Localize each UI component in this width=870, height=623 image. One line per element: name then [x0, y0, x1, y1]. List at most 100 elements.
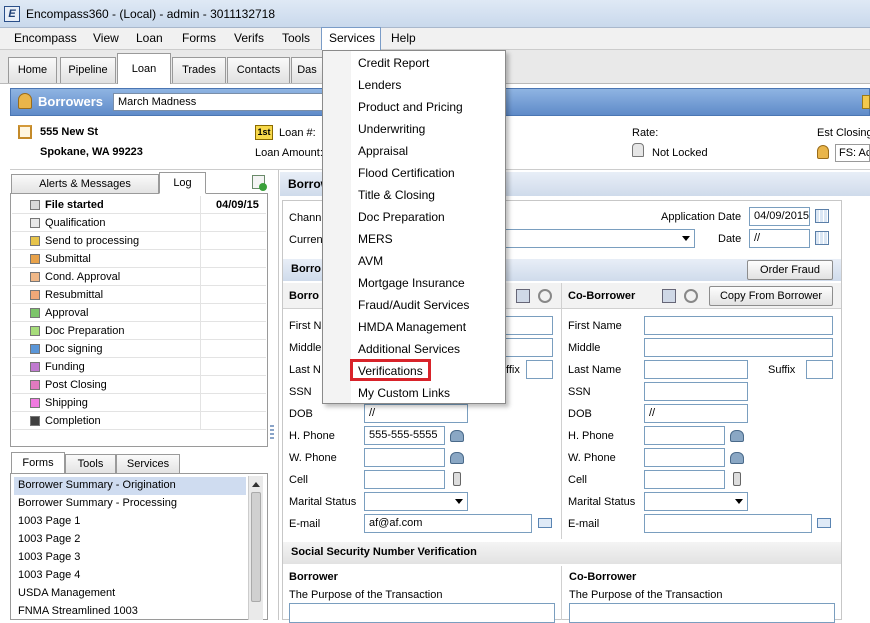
- borrower-marital-dropdown[interactable]: [364, 492, 468, 511]
- log-row[interactable]: Completion: [12, 412, 266, 430]
- borrower-pair-icon[interactable]: [516, 289, 530, 303]
- menu-encompass[interactable]: Encompass: [12, 31, 79, 45]
- loan-name-field[interactable]: March Madness: [113, 93, 343, 111]
- log-row[interactable]: File started 04/09/15: [12, 196, 266, 214]
- log-row[interactable]: Doc signing: [12, 340, 266, 358]
- email-icon[interactable]: [817, 518, 831, 528]
- tab-alerts-messages[interactable]: Alerts & Messages: [11, 174, 159, 194]
- coborrower-pair-icon[interactable]: [662, 289, 676, 303]
- folder-icon[interactable]: [862, 95, 870, 109]
- borrower-first-name-field[interactable]: [505, 316, 553, 335]
- log-row[interactable]: Post Closing: [12, 376, 266, 394]
- coborrower-suffix-field[interactable]: [806, 360, 833, 379]
- borrower-work-phone-field[interactable]: [364, 448, 445, 467]
- forms-scrollbar[interactable]: [248, 476, 263, 620]
- services-menu-item-product-and-pricing[interactable]: Product and Pricing: [358, 100, 463, 114]
- lock-icon[interactable]: [632, 143, 644, 157]
- borrower-middle-field[interactable]: [505, 338, 553, 357]
- tab-pipeline[interactable]: Pipeline: [60, 57, 116, 83]
- log-row[interactable]: Funding: [12, 358, 266, 376]
- tab-home[interactable]: Home: [8, 57, 57, 83]
- forms-list-item[interactable]: FNMA Streamlined 1003: [14, 603, 246, 621]
- application-date-field[interactable]: 04/09/2015: [749, 207, 810, 226]
- tab-trades[interactable]: Trades: [172, 57, 226, 83]
- forms-list-item[interactable]: 1003 Page 1: [14, 513, 246, 531]
- log-row[interactable]: Approval: [12, 304, 266, 322]
- menu-verifs[interactable]: Verifs: [232, 31, 266, 45]
- services-menu-item-flood-certification[interactable]: Flood Certification: [358, 166, 455, 180]
- phone-icon[interactable]: [450, 452, 464, 464]
- coborrower-dob-field[interactable]: //: [644, 404, 748, 423]
- copy-from-borrower-button[interactable]: Copy From Borrower: [709, 286, 833, 306]
- coborrower-marital-dropdown[interactable]: [644, 492, 748, 511]
- coborrower-email-field[interactable]: [644, 514, 812, 533]
- date-field[interactable]: //: [749, 229, 810, 248]
- forms-list-item[interactable]: Borrower Summary - Processing: [14, 495, 246, 513]
- order-fraud-button[interactable]: Order Fraud: [747, 260, 833, 280]
- phone-icon[interactable]: [730, 452, 744, 464]
- forms-list-item[interactable]: USDA Management: [14, 585, 246, 603]
- splitter-handle[interactable]: [270, 425, 274, 441]
- coborrower-middle-field[interactable]: [644, 338, 833, 357]
- tab-log[interactable]: Log: [159, 172, 206, 194]
- ssn-coborrower-purpose-field[interactable]: [569, 603, 835, 623]
- refresh-icon[interactable]: [684, 289, 698, 303]
- milestone-field[interactable]: FS: Ac: [835, 144, 870, 162]
- services-menu-item-fraud-audit-services[interactable]: Fraud/Audit Services: [358, 298, 469, 312]
- services-menu-item-lenders[interactable]: Lenders: [358, 78, 401, 92]
- coborrower-ssn-field[interactable]: [644, 382, 748, 401]
- services-menu-item-title-closing[interactable]: Title & Closing: [358, 188, 435, 202]
- coborrower-home-phone-field[interactable]: [644, 426, 725, 445]
- borrower-home-phone-field[interactable]: 555-555-5555: [364, 426, 445, 445]
- services-menu-item-mers[interactable]: MERS: [358, 232, 393, 246]
- services-menu-item-doc-preparation[interactable]: Doc Preparation: [358, 210, 445, 224]
- tab-loan[interactable]: Loan: [117, 53, 171, 84]
- forms-list-item[interactable]: 1003 Page 4: [14, 567, 246, 585]
- current-dropdown[interactable]: [505, 229, 695, 248]
- refresh-icon[interactable]: [538, 289, 552, 303]
- menu-services[interactable]: Services: [321, 27, 381, 51]
- menu-view[interactable]: View: [91, 31, 121, 45]
- phone-icon[interactable]: [450, 430, 464, 442]
- services-menu-item-avm[interactable]: AVM: [358, 254, 383, 268]
- tab-tools[interactable]: Tools: [65, 454, 116, 474]
- log-row[interactable]: Resubmittal: [12, 286, 266, 304]
- add-log-icon[interactable]: [252, 175, 267, 191]
- menu-loan[interactable]: Loan: [134, 31, 165, 45]
- coborrower-first-name-field[interactable]: [644, 316, 833, 335]
- calendar-icon[interactable]: [815, 209, 829, 223]
- log-row[interactable]: Submittal: [12, 250, 266, 268]
- calendar-icon-2[interactable]: [815, 231, 829, 245]
- forms-list-item[interactable]: Borrower Summary - Origination: [14, 477, 246, 495]
- phone-icon[interactable]: [730, 430, 744, 442]
- ssn-borrower-purpose-field[interactable]: [289, 603, 555, 623]
- menu-tools[interactable]: Tools: [280, 31, 312, 45]
- services-menu-item-credit-report[interactable]: Credit Report: [358, 56, 429, 70]
- services-menu-item-appraisal[interactable]: Appraisal: [358, 144, 408, 158]
- tab-dashboard[interactable]: Das: [291, 57, 323, 83]
- tab-contacts[interactable]: Contacts: [227, 57, 290, 83]
- coborrower-last-name-field[interactable]: [644, 360, 748, 379]
- log-row[interactable]: Cond. Approval: [12, 268, 266, 286]
- services-menu-item-hmda-management[interactable]: HMDA Management: [358, 320, 466, 334]
- borrower-email-field[interactable]: af@af.com: [364, 514, 532, 533]
- log-row[interactable]: Qualification: [12, 214, 266, 232]
- log-row[interactable]: Shipping: [12, 394, 266, 412]
- log-row[interactable]: Doc Preparation: [12, 322, 266, 340]
- cell-phone-icon[interactable]: [733, 472, 741, 486]
- services-menu-item-additional-services[interactable]: Additional Services: [358, 342, 460, 356]
- coborrower-cell-field[interactable]: [644, 470, 725, 489]
- services-menu-item-my-custom-links[interactable]: My Custom Links: [358, 386, 450, 400]
- forms-list-item[interactable]: 1003 Page 3: [14, 549, 246, 567]
- services-menu-item-mortgage-insurance[interactable]: Mortgage Insurance: [358, 276, 465, 290]
- borrower-cell-field[interactable]: [364, 470, 445, 489]
- borrower-suffix-field[interactable]: [526, 360, 553, 379]
- menu-help[interactable]: Help: [389, 31, 418, 45]
- coborrower-work-phone-field[interactable]: [644, 448, 725, 467]
- email-icon[interactable]: [538, 518, 552, 528]
- services-menu-item-underwriting[interactable]: Underwriting: [358, 122, 425, 136]
- borrower-dob-field[interactable]: //: [364, 404, 468, 423]
- tab-services[interactable]: Services: [116, 454, 180, 474]
- tab-forms[interactable]: Forms: [11, 452, 65, 474]
- forms-list-item[interactable]: 1003 Page 2: [14, 531, 246, 549]
